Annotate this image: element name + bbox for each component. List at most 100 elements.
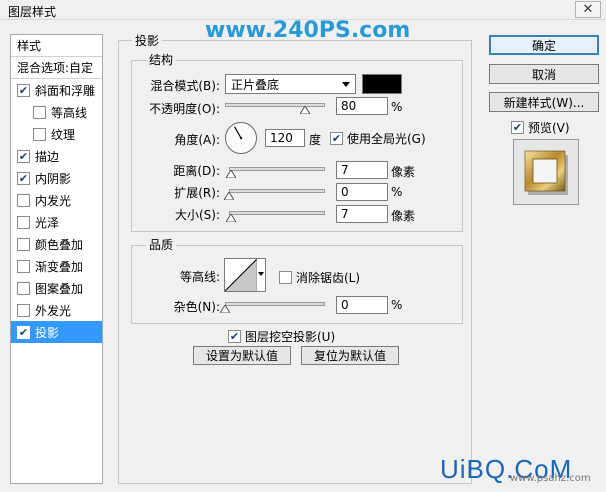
opacity-unit: % [391, 100, 403, 114]
style-item-label: 描边 [35, 149, 60, 164]
style-item-label: 斜面和浮雕 [35, 83, 96, 98]
noise-slider-thumb[interactable] [219, 302, 231, 314]
style-list-header: 样式 [11, 35, 102, 57]
style-item-label: 投影 [35, 325, 60, 340]
style-item[interactable]: ✔ 斜面和浮雕 [11, 79, 102, 101]
reset-default-button[interactable]: 复位为默认值 [301, 346, 399, 365]
anti-alias-checkbox[interactable]: 消除锯齿(L) [279, 269, 360, 286]
global-light-check-icon: ✔ [330, 132, 343, 145]
style-item-label: 图案叠加 [35, 281, 84, 296]
style-item-label: 内发光 [35, 193, 72, 208]
noise-label: 杂色(N): [173, 300, 220, 314]
gold-frame-preview-icon [524, 150, 568, 195]
blend-options-item[interactable]: 混合选项:自定 [11, 57, 102, 79]
chevron-down-icon [342, 82, 350, 87]
distance-slider-thumb[interactable] [225, 167, 238, 179]
spread-slider[interactable] [229, 189, 325, 193]
style-item-label: 内阴影 [35, 171, 72, 186]
opacity-slider[interactable] [225, 103, 325, 107]
cancel-button[interactable]: 取消 [489, 64, 599, 84]
style-item[interactable]: 外发光 [11, 299, 102, 321]
size-unit: 像素 [391, 209, 416, 223]
noise-unit: % [391, 298, 403, 312]
preview-checkbox[interactable]: ✔ 预览(V) [511, 119, 570, 136]
style-item-checkbox-icon[interactable]: ✔ [17, 83, 30, 97]
size-input-value: 7 [341, 207, 349, 221]
ok-label: 确定 [531, 38, 556, 53]
blend-mode-label: 混合模式(B): [150, 79, 220, 93]
structure-title: 结构 [146, 51, 177, 68]
style-item-checkbox-icon[interactable] [17, 237, 30, 251]
angle-input-value: 120 [270, 131, 293, 145]
preview-check-icon: ✔ [511, 121, 524, 134]
spread-slider-thumb[interactable] [223, 189, 235, 201]
angle-dial[interactable] [224, 121, 258, 155]
shadow-color-swatch[interactable] [362, 74, 402, 94]
distance-label: 距离(D): [173, 164, 220, 178]
style-item-label: 外发光 [35, 303, 72, 318]
style-item[interactable]: 图案叠加 [11, 277, 102, 299]
style-item[interactable]: 等高线 [11, 101, 102, 123]
style-item[interactable]: ✔ 内阴影 [11, 167, 102, 189]
style-item[interactable]: 渐变叠加 [11, 255, 102, 277]
size-slider[interactable] [229, 211, 325, 215]
contour-chevron-down-icon [258, 272, 264, 276]
noise-input[interactable]: 0 [336, 296, 388, 314]
blend-mode-value: 正片叠底 [231, 77, 280, 92]
distance-input-value: 7 [341, 163, 349, 177]
noise-input-value: 0 [341, 298, 349, 312]
style-item-checkbox-icon[interactable]: ✔ [17, 171, 30, 185]
cancel-label: 取消 [531, 67, 556, 82]
style-item-checkbox-icon[interactable] [33, 105, 46, 119]
angle-label: 角度(A): [174, 133, 220, 147]
distance-input[interactable]: 7 [336, 161, 388, 179]
panel-title: 投影 [132, 32, 163, 49]
style-item-label: 纹理 [51, 127, 76, 142]
window-title: 图层样式 [8, 5, 57, 19]
style-item[interactable]: ✔ 描边 [11, 145, 102, 167]
spread-unit: % [391, 185, 403, 199]
distance-slider[interactable] [229, 167, 325, 171]
knockout-check-icon: ✔ [228, 330, 241, 343]
style-item-checkbox-icon[interactable] [33, 127, 46, 141]
make-default-button[interactable]: 设置为默认值 [193, 346, 291, 365]
style-item[interactable]: 光泽 [11, 211, 102, 233]
noise-slider[interactable] [225, 302, 325, 306]
opacity-slider-thumb[interactable] [299, 103, 311, 115]
close-button[interactable]: ✕ [575, 1, 601, 18]
knockout-checkbox[interactable]: ✔ 图层挖空投影(U) [228, 328, 335, 345]
style-item[interactable]: 内发光 [11, 189, 102, 211]
contour-curve-icon [224, 258, 258, 292]
style-item-checkbox-icon[interactable]: ✔ [17, 149, 30, 163]
style-item-checkbox-icon[interactable] [17, 215, 30, 229]
anti-alias-check-icon [279, 271, 292, 284]
new-style-button[interactable]: 新建样式(W)... [489, 92, 599, 112]
opacity-input[interactable]: 80 [336, 97, 388, 115]
angle-unit: 度 [309, 133, 322, 147]
style-item[interactable]: 颜色叠加 [11, 233, 102, 255]
ok-button[interactable]: 确定 [489, 35, 599, 55]
style-item[interactable]: ✔ 投影 [11, 321, 102, 343]
size-input[interactable]: 7 [336, 205, 388, 223]
style-item-checkbox-icon[interactable] [17, 303, 30, 317]
style-item-checkbox-icon[interactable] [17, 281, 30, 295]
blend-mode-dropdown[interactable]: 正片叠底 [225, 74, 356, 94]
style-item-checkbox-icon[interactable] [17, 193, 30, 207]
size-slider-thumb[interactable] [225, 211, 238, 223]
spread-input-value: 0 [341, 185, 349, 199]
spread-input[interactable]: 0 [336, 183, 388, 201]
contour-label: 等高线: [179, 270, 220, 284]
style-list: 样式 混合选项:自定 ✔ 斜面和浮雕等高线纹理 ✔ 描边 ✔ 内阴影内发光光泽 颜色叠加 渐变… [10, 34, 103, 484]
angle-input[interactable]: 120 [265, 129, 305, 147]
style-preview-thumbnail [513, 139, 579, 205]
contour-picker[interactable] [224, 258, 266, 292]
style-item[interactable]: 纹理 [11, 123, 102, 145]
global-light-checkbox[interactable]: ✔ 使用全局光(G) [330, 130, 426, 147]
make-default-label: 设置为默认值 [205, 349, 278, 363]
size-label: 大小(S): [174, 208, 220, 222]
quality-title: 品质 [146, 236, 177, 253]
anti-alias-label: 消除锯齿(L) [296, 271, 361, 285]
style-item-checkbox-icon[interactable]: ✔ [17, 325, 30, 339]
style-item-checkbox-icon[interactable] [17, 259, 30, 273]
new-style-label: 新建样式(W)... [503, 95, 585, 110]
